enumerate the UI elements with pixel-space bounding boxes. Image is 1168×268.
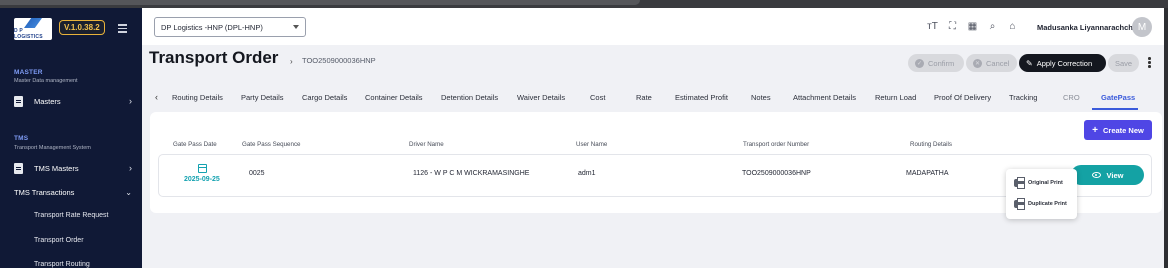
logo-text: D P LOGISTICS [14, 28, 43, 40]
duplicate-print-item[interactable]: Duplicate Print [1014, 198, 1067, 210]
avatar[interactable]: M [1132, 17, 1152, 37]
tab-party-details[interactable]: Party Details [241, 93, 284, 102]
window-edge [1164, 8, 1168, 268]
save-button[interactable]: Save [1108, 54, 1139, 72]
sidebar-subitem-transport-order[interactable]: Transport Order [34, 237, 84, 244]
column-header-gate-pass-sequence: Gate Pass Sequence [242, 141, 301, 148]
company-select-value: DP Logistics -HNP (DPL-HNP) [161, 22, 263, 32]
tab-proof-of-delivery[interactable]: Proof Of Delivery [934, 93, 991, 102]
breadcrumb-chevron-icon: › [290, 57, 293, 66]
menu-toggle-icon[interactable] [118, 24, 127, 33]
page-title: Transport Order [149, 48, 279, 67]
gate-pass-date: 2025-09-25 [184, 176, 220, 183]
view-button[interactable]: View [1071, 165, 1144, 185]
top-header: DP Logistics -HNP (DPL-HNP) тT ⛶ ▦ ⌕ ⌂ M… [142, 8, 1164, 45]
cancel-circle-icon: ✕ [973, 58, 982, 68]
browser-tab-pill [0, 0, 640, 5]
chevron-down-icon: ⌄ [125, 187, 132, 197]
column-header-routing-details: Routing Details [910, 141, 952, 148]
document-icon [14, 95, 23, 107]
logo-mark-icon [24, 18, 42, 28]
chevron-right-icon: › [129, 96, 132, 106]
eye-icon [1091, 172, 1101, 178]
document-icon [14, 162, 23, 174]
tab-return-load[interactable]: Return Load [875, 93, 916, 102]
caret-down-icon [293, 25, 299, 29]
original-print-label: Original Print [1028, 180, 1063, 186]
tab-routing-details[interactable]: Routing Details [172, 93, 223, 102]
tab-waiver-details[interactable]: Waiver Details [517, 93, 565, 102]
tab-attachment-details[interactable]: Attachment Details [793, 93, 856, 102]
company-logo: D P LOGISTICS [14, 18, 52, 40]
section-subtitle-master: Master Data management [14, 78, 78, 84]
text-size-icon[interactable]: тT [926, 20, 939, 33]
cancel-button[interactable]: ✕ Cancel [966, 54, 1017, 72]
breadcrumb: TOO2509000036HNP [302, 56, 376, 65]
company-select[interactable]: DP Logistics -HNP (DPL-HNP) [154, 17, 306, 37]
tab-tracking[interactable]: Tracking [1009, 93, 1037, 102]
gate-pass-sequence: 0025 [249, 170, 265, 177]
column-header-gate-pass-date: Gate Pass Date [173, 141, 217, 148]
tab-detention-details[interactable]: Detention Details [441, 93, 498, 102]
plus-icon: + [1092, 124, 1098, 136]
column-header-driver-name: Driver Name [409, 141, 444, 148]
print-menu: Original Print Duplicate Print [1006, 169, 1077, 219]
apps-grid-icon[interactable]: ▦ [966, 20, 979, 33]
user-name-cell: adm1 [578, 170, 596, 177]
sidebar-item-masters[interactable]: Masters › [14, 94, 132, 108]
sidebar-item-label: Masters [34, 96, 61, 106]
column-header-transport-order-number: Transport order Number [743, 141, 810, 148]
tab-container-details[interactable]: Container Details [365, 93, 423, 102]
sidebar-item-label: TMS Transactions [14, 187, 75, 197]
save-button-label: Save [1114, 58, 1133, 68]
confirm-button[interactable]: ✓ Confirm [908, 54, 964, 72]
tab-cargo-details[interactable]: Cargo Details [302, 93, 347, 102]
chevron-right-icon: › [129, 163, 132, 173]
search-icon[interactable]: ⌕ [986, 20, 999, 33]
original-print-item[interactable]: Original Print [1014, 177, 1063, 189]
section-subtitle-tms: Transport Management System [14, 145, 91, 151]
sidebar-subitem-transport-routing[interactable]: Transport Routing [34, 261, 90, 268]
confirm-button-label: Confirm [928, 58, 955, 68]
column-header-user-name: User Name [576, 141, 608, 148]
calendar-icon [198, 164, 207, 173]
version-badge: V.1.0.38.2 [59, 20, 105, 35]
create-new-label: Create New [1102, 125, 1144, 135]
tab-cro[interactable]: CRO [1063, 93, 1080, 102]
table-row [158, 154, 1152, 197]
tab-cost[interactable]: Cost [590, 93, 605, 102]
create-new-button[interactable]: + Create New [1084, 120, 1152, 140]
sidebar-subitem-transport-rate-request[interactable]: Transport Rate Request [34, 212, 108, 219]
tab-notes[interactable]: Notes [751, 93, 771, 102]
tab-gatepass[interactable]: GatePass [1101, 93, 1135, 102]
duplicate-print-label: Duplicate Print [1028, 201, 1067, 207]
view-button-label: View [1106, 170, 1124, 180]
pencil-icon: ✎ [1026, 58, 1033, 68]
header-toolbar: тT ⛶ ▦ ⌕ ⌂ [926, 20, 1019, 33]
tabs-scroll-left-icon[interactable]: ‹ [155, 92, 158, 102]
printer-icon [1014, 177, 1025, 189]
browser-strip [0, 0, 1168, 8]
tab-rate[interactable]: Rate [636, 93, 652, 102]
sidebar: D P LOGISTICS V.1.0.38.2 MASTER Master D… [0, 8, 142, 268]
check-circle-icon: ✓ [915, 58, 924, 68]
user-name[interactable]: Madusanka Liyannarachchi [1037, 23, 1135, 32]
printer-icon [1014, 198, 1025, 210]
cancel-button-label: Cancel [986, 58, 1010, 68]
tab-estimated-profit[interactable]: Estimated Profit [675, 93, 728, 102]
sidebar-item-tms-transactions[interactable]: TMS Transactions ⌄ [14, 185, 132, 199]
driver-name: 1126 - W P C M WICKRAMASINGHE [413, 170, 530, 177]
fullscreen-icon[interactable]: ⛶ [946, 20, 959, 33]
apply-correction-button[interactable]: ✎ Apply Correction [1019, 54, 1106, 72]
apply-correction-label: Apply Correction [1036, 58, 1093, 68]
sidebar-item-label: TMS Masters [34, 163, 79, 173]
routing-details: MADAPATHA [906, 170, 949, 177]
transport-order-number: TOO2509000036HNP [742, 170, 811, 177]
sidebar-item-tms-masters[interactable]: TMS Masters › [14, 161, 132, 175]
section-title-tms: TMS [14, 135, 29, 142]
more-options-icon[interactable] [1148, 57, 1151, 69]
active-tab-indicator [1092, 108, 1138, 110]
section-title-master: MASTER [14, 69, 43, 76]
home-icon[interactable]: ⌂ [1006, 20, 1019, 33]
